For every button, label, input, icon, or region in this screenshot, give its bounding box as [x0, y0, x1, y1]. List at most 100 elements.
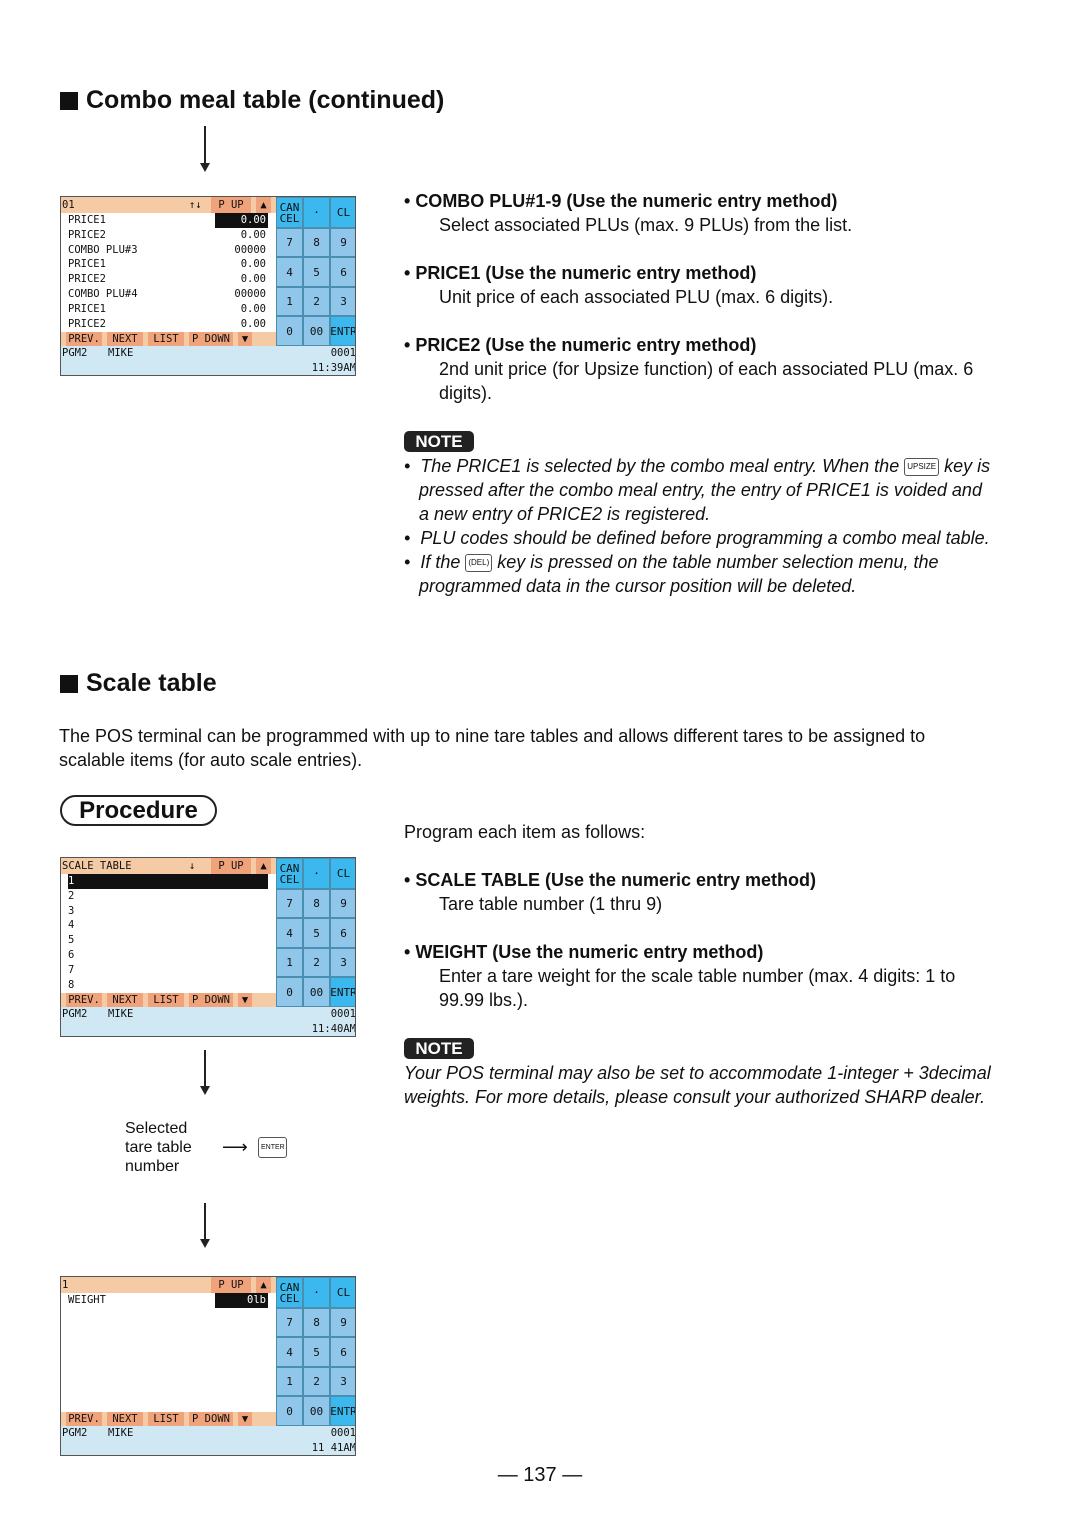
key-8[interactable]: 8: [303, 228, 330, 257]
key-4[interactable]: 4: [276, 918, 303, 948]
key-00[interactable]: 00: [303, 1396, 330, 1426]
key-00[interactable]: 00: [303, 316, 330, 346]
key-3[interactable]: 3: [330, 1367, 355, 1396]
key-6[interactable]: 6: [330, 257, 355, 287]
key-cl[interactable]: CL: [330, 1277, 355, 1308]
footer-button[interactable]: NEXT: [107, 1412, 143, 1426]
item-heading: • COMBO PLU#1-9 (Use the numeric entry m…: [404, 191, 838, 211]
screen-row[interactable]: PRICE2 0.00: [68, 317, 268, 332]
key-5[interactable]: 5: [303, 918, 330, 948]
screen-row[interactable]: 3: [68, 904, 268, 919]
status-time: 11:39AM: [311, 362, 356, 374]
key-7[interactable]: 7: [276, 889, 303, 918]
item-desc: Tare table number (1 thru 9): [439, 894, 663, 914]
row-label: COMBO PLU#3: [68, 243, 138, 256]
key-9[interactable]: 9: [330, 228, 355, 257]
row-label: PRICE2: [68, 228, 106, 241]
screen-row[interactable]: 2: [68, 889, 268, 904]
footer-button[interactable]: NEXT: [107, 993, 143, 1007]
key-cancel[interactable]: CAN CEL: [276, 1277, 303, 1308]
screen-row[interactable]: PRICE1 0.00: [68, 257, 268, 272]
key-2[interactable]: 2: [303, 287, 330, 316]
screen-row[interactable]: 6: [68, 948, 268, 963]
footer-button[interactable]: ▼: [238, 1412, 252, 1426]
key-0[interactable]: 0: [276, 1396, 303, 1426]
key-0[interactable]: 0: [276, 316, 303, 346]
screen-row[interactable]: PRICE1 0.00: [68, 302, 268, 317]
row-label: 2: [68, 889, 75, 902]
key-7[interactable]: 7: [276, 1308, 303, 1337]
footer-button[interactable]: LIST: [148, 993, 184, 1007]
key-6[interactable]: 6: [330, 918, 355, 948]
key-8[interactable]: 8: [303, 1308, 330, 1337]
key-1[interactable]: 1: [276, 948, 303, 977]
screen-row[interactable]: 8: [68, 978, 268, 993]
page-up-button[interactable]: P UP: [211, 858, 251, 874]
key-5[interactable]: 5: [303, 257, 330, 287]
key-9[interactable]: 9: [330, 1308, 355, 1337]
key-[interactable]: ·: [303, 1277, 330, 1308]
section-title-scale: Scale table: [60, 669, 217, 698]
footer-button[interactable]: ▼: [238, 332, 252, 346]
key-1[interactable]: 1: [276, 287, 303, 316]
screen-row[interactable]: 4: [68, 918, 268, 933]
screen-row[interactable]: COMBO PLU#4 00000: [68, 287, 268, 302]
footer-button[interactable]: PREV.: [66, 332, 102, 346]
key-7[interactable]: 7: [276, 228, 303, 257]
key-6[interactable]: 6: [330, 1337, 355, 1367]
page-up-button[interactable]: P UP: [211, 197, 251, 213]
key-entr[interactable]: ENTR: [330, 977, 355, 1007]
status-bar: PGM2 MIKE 0001 11:40AM: [61, 1007, 355, 1036]
scroll-up-button[interactable]: ▲: [256, 858, 271, 874]
combo-items: • COMBO PLU#1-9 (Use the numeric entry m…: [404, 189, 973, 405]
screen-row[interactable]: WEIGHT 0lb: [68, 1293, 268, 1308]
screen-row[interactable]: 7: [68, 963, 268, 978]
screen-title: SCALE TABLE: [62, 860, 132, 872]
key-entr[interactable]: ENTR: [330, 316, 355, 346]
item-desc: Enter a tare weight for the scale table …: [439, 966, 956, 986]
key-5[interactable]: 5: [303, 1337, 330, 1367]
status-user: MIKE: [108, 1427, 134, 1439]
key-0[interactable]: 0: [276, 977, 303, 1007]
key-cl[interactable]: CL: [330, 858, 355, 889]
footer-button[interactable]: ▼: [238, 993, 252, 1007]
screen-row[interactable]: PRICE2 0.00: [68, 228, 268, 243]
scroll-up-button[interactable]: ▲: [256, 197, 271, 213]
screen-row[interactable]: PRICE2 0.00: [68, 272, 268, 287]
note-badge: NOTE: [404, 431, 474, 452]
key-cl[interactable]: CL: [330, 197, 355, 228]
page-up-button[interactable]: P UP: [211, 1277, 251, 1293]
key-cancel[interactable]: CAN CEL: [276, 858, 303, 889]
row-value: 0.00: [240, 317, 266, 330]
screen-row[interactable]: COMBO PLU#3 00000: [68, 243, 268, 258]
square-bullet-icon: [60, 91, 78, 110]
footer-button[interactable]: PREV.: [66, 993, 102, 1007]
pos-screen-scale-table: SCALE TABLE ↓ P UP ▲ 1 2 3 4 5 6 7 8 PREV. NEXT LIST P …: [60, 857, 356, 1037]
footer-button[interactable]: LIST: [148, 1412, 184, 1426]
key-8[interactable]: 8: [303, 889, 330, 918]
screen-footer: PREV. NEXT LIST P DOWN ▼: [61, 993, 276, 1007]
key-1[interactable]: 1: [276, 1367, 303, 1396]
footer-button[interactable]: PREV.: [66, 1412, 102, 1426]
key-9[interactable]: 9: [330, 889, 355, 918]
key-3[interactable]: 3: [330, 287, 355, 316]
key-00[interactable]: 00: [303, 977, 330, 1007]
footer-button[interactable]: P DOWN: [189, 332, 233, 346]
footer-button[interactable]: NEXT: [107, 332, 143, 346]
screen-row[interactable]: 1: [68, 874, 268, 889]
scroll-up-button[interactable]: ▲: [256, 1277, 271, 1293]
footer-button[interactable]: P DOWN: [189, 993, 233, 1007]
key-cancel[interactable]: CAN CEL: [276, 197, 303, 228]
key-[interactable]: ·: [303, 858, 330, 889]
footer-button[interactable]: LIST: [148, 332, 184, 346]
key-4[interactable]: 4: [276, 1337, 303, 1367]
key-2[interactable]: 2: [303, 948, 330, 977]
footer-button[interactable]: P DOWN: [189, 1412, 233, 1426]
key-4[interactable]: 4: [276, 257, 303, 287]
screen-row[interactable]: 5: [68, 933, 268, 948]
key-entr[interactable]: ENTR: [330, 1396, 355, 1426]
key-3[interactable]: 3: [330, 948, 355, 977]
key-2[interactable]: 2: [303, 1367, 330, 1396]
screen-row[interactable]: PRICE1 0.00: [68, 213, 268, 228]
key-[interactable]: ·: [303, 197, 330, 228]
